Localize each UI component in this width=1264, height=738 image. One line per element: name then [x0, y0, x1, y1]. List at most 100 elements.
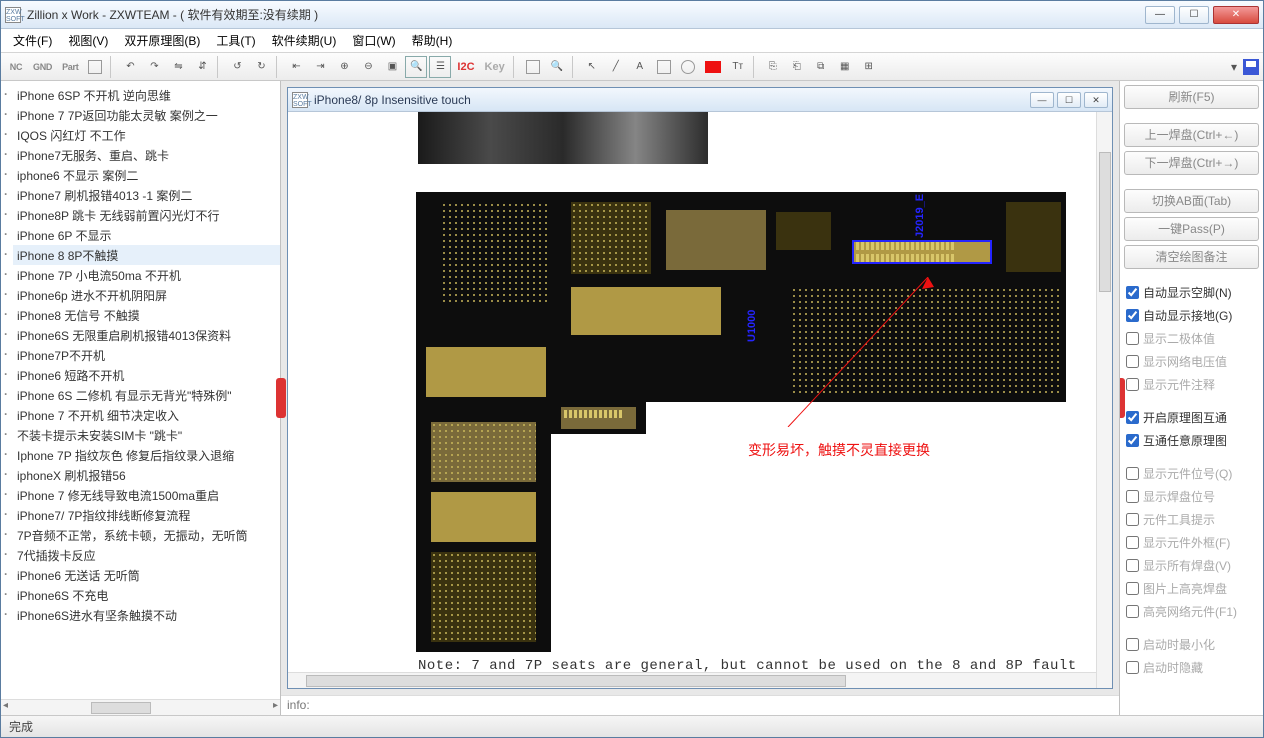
line-icon[interactable]: ╱: [605, 56, 627, 78]
doc-titlebar[interactable]: ZXWSOFT iPhone8/ 8p Insensitive touch — …: [288, 88, 1112, 112]
export-icon[interactable]: ⎘: [762, 56, 784, 78]
chk-net-voltage[interactable]: 显示网络电压值: [1124, 352, 1259, 371]
zoom-fit-icon[interactable]: ▣: [381, 56, 403, 78]
rotate-left-icon[interactable]: ↶: [119, 56, 141, 78]
tree-item[interactable]: iPhone7 刷机报错4013 -1 案例二: [13, 185, 280, 205]
flip-h-icon[interactable]: ⇋: [167, 56, 189, 78]
color-swatch[interactable]: [701, 56, 725, 78]
pan-left-icon[interactable]: ⇤: [285, 56, 307, 78]
canvas-hscroll[interactable]: [288, 672, 1096, 688]
rect-icon[interactable]: [653, 56, 675, 78]
save-icon[interactable]: [1243, 59, 1259, 75]
tree-item[interactable]: iPhone6S 无限重启刷机报错4013保资料: [13, 325, 280, 345]
overlay-icon[interactable]: ▦: [834, 56, 856, 78]
chk-enable-link[interactable]: 开启原理图互通: [1124, 408, 1259, 427]
menu-window[interactable]: 窗口(W): [346, 30, 401, 51]
tree-item[interactable]: 7代插拨卡反应: [13, 545, 280, 565]
flip-v-icon[interactable]: ⇵: [191, 56, 213, 78]
tree-item[interactable]: iPhone 7 7P返回功能太灵敏 案例之一: [13, 105, 280, 125]
tree-item[interactable]: iphoneX 刷机报错56: [13, 465, 280, 485]
tree-item[interactable]: 7P音频不正常，系统卡顿，无振动，无听筒: [13, 525, 280, 545]
chk-start-min[interactable]: 启动时最小化: [1124, 635, 1259, 654]
chk-highlight-pad[interactable]: 图片上高亮焊盘: [1124, 579, 1259, 598]
chk-link-any[interactable]: 互通任意原理图: [1124, 431, 1259, 450]
chk-all-pads[interactable]: 显示所有焊盘(V): [1124, 556, 1259, 575]
chk-start-hidden[interactable]: 启动时隐藏: [1124, 658, 1259, 677]
tree-item[interactable]: iPhone 7P 小电流50ma 不开机: [13, 265, 280, 285]
tree-item[interactable]: 不装卡提示未安装SIM卡 "跳卡": [13, 425, 280, 445]
refresh-button[interactable]: 刷新(F5): [1124, 85, 1259, 109]
toolbar-overflow[interactable]: ▾: [1225, 60, 1243, 74]
case-tree[interactable]: iPhone 6SP 不开机 逆向思维 iPhone 7 7P返回功能太灵敏 案…: [1, 81, 280, 699]
doc-minimize-button[interactable]: —: [1030, 92, 1054, 108]
import-icon[interactable]: ⎗: [786, 56, 808, 78]
tree-item[interactable]: iPhone6S 不充电: [13, 585, 280, 605]
left-splitter-handle[interactable]: [276, 378, 286, 418]
tree-item[interactable]: iPhone7P不开机: [13, 345, 280, 365]
chk-show-pad-no[interactable]: 显示焊盘位号: [1124, 487, 1259, 506]
search-icon[interactable]: 🔍: [546, 56, 568, 78]
one-key-pass-button[interactable]: 一键Pass(P): [1124, 217, 1259, 241]
chk-component-note[interactable]: 显示元件注释: [1124, 375, 1259, 394]
tree-item[interactable]: iPhone7无服务、重启、跳卡: [13, 145, 280, 165]
pcb-canvas[interactable]: U1000 J2019_E 变形易坏，触摸不灵直接更换 Note: 7 and: [288, 112, 1096, 672]
tree-hscroll[interactable]: [1, 699, 280, 715]
chk-auto-empty-pin[interactable]: 自动显示空脚(N): [1124, 283, 1259, 302]
chk-diode-value[interactable]: 显示二极体值: [1124, 329, 1259, 348]
redo-icon[interactable]: ↻: [250, 56, 272, 78]
undo-icon[interactable]: ↺: [226, 56, 248, 78]
zoom-tool-icon[interactable]: 🔍: [405, 56, 427, 78]
align-icon[interactable]: ⊞: [858, 56, 880, 78]
menu-tools[interactable]: 工具(T): [210, 30, 261, 51]
canvas-vscroll[interactable]: [1096, 112, 1112, 688]
tree-item[interactable]: iphone6 不显示 案例二: [13, 165, 280, 185]
i2c-button[interactable]: I2C: [453, 56, 478, 78]
chk-outline[interactable]: 显示元件外框(F): [1124, 533, 1259, 552]
tree-item[interactable]: iPhone6 无送话 无听筒: [13, 565, 280, 585]
menu-schematic[interactable]: 双开原理图(B): [118, 30, 206, 51]
menu-file[interactable]: 文件(F): [7, 30, 58, 51]
copy-layer-icon[interactable]: ⧉: [810, 56, 832, 78]
minimize-button[interactable]: —: [1145, 6, 1175, 24]
list-icon[interactable]: ☰: [429, 56, 451, 78]
pan-right-icon[interactable]: ⇥: [309, 56, 331, 78]
toggle-side-button[interactable]: 切换AB面(Tab): [1124, 189, 1259, 213]
doc-close-button[interactable]: ✕: [1084, 92, 1108, 108]
chk-auto-ground[interactable]: 自动显示接地(G): [1124, 306, 1259, 325]
pointer-icon[interactable]: ↖: [581, 56, 603, 78]
maximize-button[interactable]: ☐: [1179, 6, 1209, 24]
chk-show-refdes[interactable]: 显示元件位号(Q): [1124, 464, 1259, 483]
tree-item[interactable]: iPhone7/ 7P指纹排线断修复流程: [13, 505, 280, 525]
key-button[interactable]: Key: [481, 56, 509, 78]
layer-icon[interactable]: [84, 56, 106, 78]
tree-item[interactable]: iPhone8 无信号 不触摸: [13, 305, 280, 325]
right-splitter-handle[interactable]: [1119, 378, 1125, 418]
part-button[interactable]: Part: [58, 56, 82, 78]
tree-item[interactable]: iPhone6p 进水不开机阴阳屏: [13, 285, 280, 305]
chk-highlight-net[interactable]: 高亮网络元件(F1): [1124, 602, 1259, 621]
menu-view[interactable]: 视图(V): [62, 30, 114, 51]
prev-pad-button[interactable]: 上一焊盘(Ctrl+←): [1124, 123, 1259, 147]
tree-item[interactable]: iPhone 6S 二修机 有显示无背光"特殊例": [13, 385, 280, 405]
pcb-board[interactable]: U1000 J2019_E: [416, 192, 1066, 652]
doc-maximize-button[interactable]: ☐: [1057, 92, 1081, 108]
tree-item[interactable]: iPhone 6P 不显示: [13, 225, 280, 245]
tree-item[interactable]: iPhone8P 跳卡 无线弱前置闪光灯不行: [13, 205, 280, 225]
chk-tooltip[interactable]: 元件工具提示: [1124, 510, 1259, 529]
close-button[interactable]: ✕: [1213, 6, 1259, 24]
circle-icon[interactable]: [677, 56, 699, 78]
tree-item[interactable]: IQOS 闪红灯 不工作: [13, 125, 280, 145]
tree-item[interactable]: iPhone6 短路不开机: [13, 365, 280, 385]
tree-item[interactable]: iPhone6S进水有坚条触摸不动: [13, 605, 280, 625]
tree-item[interactable]: iPhone 7 修无线导致电流1500ma重启: [13, 485, 280, 505]
text-tool-icon[interactable]: A: [629, 56, 651, 78]
nc-button[interactable]: NC: [5, 56, 27, 78]
rotate-right-icon[interactable]: ↷: [143, 56, 165, 78]
menu-renew[interactable]: 软件续期(U): [266, 30, 343, 51]
zoom-in-icon[interactable]: ⊕: [333, 56, 355, 78]
titlebar[interactable]: ZXWSOFT Zillion x Work - ZXWTEAM - ( 软件有…: [1, 1, 1263, 29]
find-icon[interactable]: [522, 56, 544, 78]
clear-notes-button[interactable]: 清空绘图备注: [1124, 245, 1259, 269]
next-pad-button[interactable]: 下一焊盘(Ctrl+→): [1124, 151, 1259, 175]
zoom-out-icon[interactable]: ⊖: [357, 56, 379, 78]
